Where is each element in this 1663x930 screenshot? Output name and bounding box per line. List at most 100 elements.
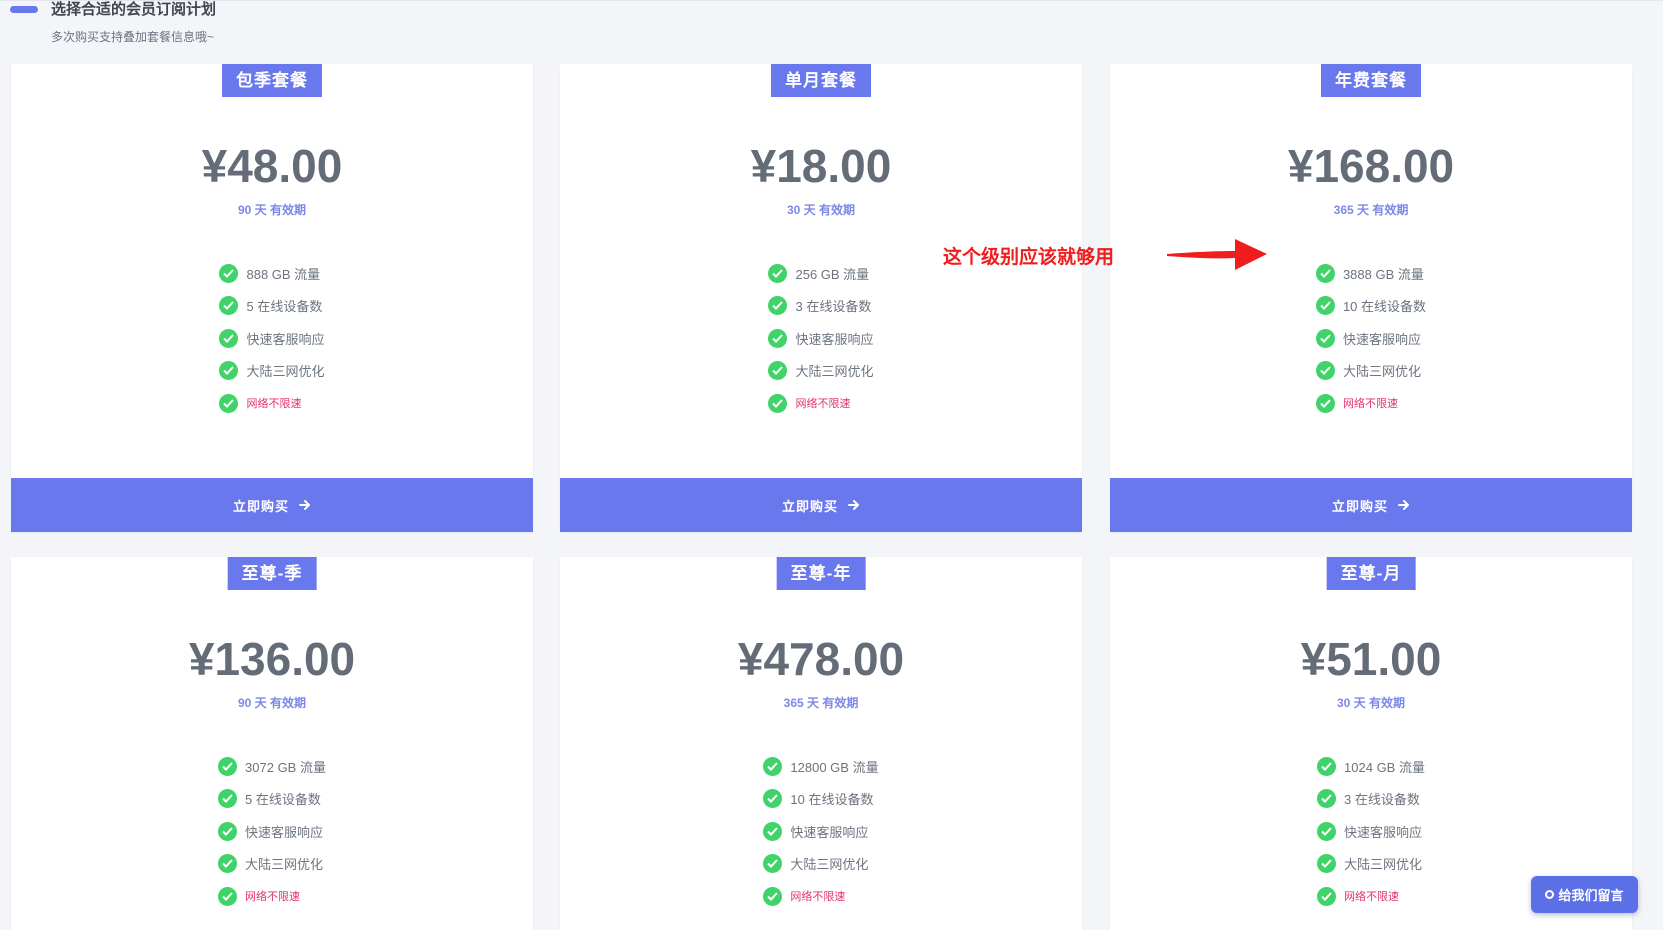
feature-item: 大陆三网优化 <box>1315 355 1426 388</box>
section-accent-bar <box>10 6 38 13</box>
check-circle-icon <box>219 296 239 316</box>
plan-card-premium-yearly: 至尊-年 ¥478.00 365 天 有效期 12800 GB 流量 10 在线… <box>560 557 1082 930</box>
check-circle-icon <box>218 756 238 776</box>
buy-button-label: 立即购买 <box>1331 498 1388 514</box>
feature-list-wrapper: 3072 GB 流量 5 在线设备数 快速客服响应 大陆三网优化 网络不限速 <box>11 750 533 913</box>
feature-item: 12800 GB 流量 <box>763 750 879 783</box>
arrow-right-icon <box>1398 500 1409 510</box>
feature-list-wrapper: 888 GB 流量 5 在线设备数 快速客服响应 大陆三网优化 网络不限速 <box>11 257 533 420</box>
feature-label: 10 在线设备数 <box>1342 299 1427 315</box>
plan-price: ¥136.00 <box>188 633 356 685</box>
feature-label: 大陆三网优化 <box>1342 364 1421 380</box>
feature-label: 大陆三网优化 <box>245 857 324 873</box>
plan-validity: 90 天 有效期 <box>237 696 307 710</box>
feature-item: 3 在线设备数 <box>1317 783 1425 816</box>
feature-label: 10 在线设备数 <box>790 792 874 808</box>
feature-item: 5 在线设备数 <box>218 783 326 816</box>
feature-item: 256 GB 流量 <box>768 257 873 290</box>
feature-label: 网络不限速 <box>1344 891 1400 904</box>
check-circle-icon <box>1317 854 1337 874</box>
feature-label: 3072 GB 流量 <box>245 759 326 775</box>
check-circle-icon <box>1317 756 1337 776</box>
feature-list: 12800 GB 流量 10 在线设备数 快速客服响应 大陆三网优化 网络不限速 <box>763 750 879 913</box>
feature-item-highlight: 网络不限速 <box>1317 880 1425 913</box>
feature-label: 快速客服响应 <box>790 824 869 840</box>
buy-button-label: 立即购买 <box>781 498 838 514</box>
feature-item: 10 在线设备数 <box>1315 290 1427 323</box>
top-divider <box>0 0 1663 1</box>
plan-price: ¥478.00 <box>737 633 905 685</box>
feature-label: 5 在线设备数 <box>245 792 321 808</box>
feature-list: 3888 GB 流量 10 在线设备数 快速客服响应 大陆三网优化 网络不限速 <box>1315 257 1427 420</box>
check-circle-icon <box>763 821 783 841</box>
feature-item: 3888 GB 流量 <box>1315 257 1426 290</box>
feature-label: 大陆三网优化 <box>790 857 869 873</box>
feature-label: 12800 GB 流量 <box>790 759 879 775</box>
plan-name-badge: 年费套餐 <box>1321 64 1421 97</box>
check-circle-icon <box>768 263 788 283</box>
section-title: 选择合适的会员订阅计划 <box>51 1 217 18</box>
buy-now-button[interactable]: 立即购买 <box>1110 478 1632 532</box>
feature-list: 3072 GB 流量 5 在线设备数 快速客服响应 大陆三网优化 网络不限速 <box>218 750 326 913</box>
plan-card-premium-monthly: 至尊-月 ¥51.00 30 天 有效期 1024 GB 流量 3 在线设备数 … <box>1110 557 1632 930</box>
feedback-button[interactable]: 给我们留言 <box>1531 876 1638 913</box>
plan-validity: 365 天 有效期 <box>783 696 859 710</box>
check-circle-icon <box>763 854 783 874</box>
pricing-page: 选择合适的会员订阅计划 多次购买支持叠加套餐信息哦~ 包季套餐 ¥48.00 9… <box>0 0 1663 930</box>
feature-label: 大陆三网优化 <box>246 364 325 380</box>
feature-item: 5 在线设备数 <box>219 290 324 323</box>
feature-item: 快速客服响应 <box>219 322 325 355</box>
feature-label: 大陆三网优化 <box>1344 857 1423 873</box>
feature-label: 256 GB 流量 <box>795 266 870 282</box>
check-circle-icon <box>1317 886 1337 906</box>
feature-label: 快速客服响应 <box>245 824 324 840</box>
check-circle-icon <box>768 393 788 413</box>
check-circle-icon <box>768 361 788 381</box>
check-circle-icon <box>763 886 783 906</box>
check-circle-icon <box>1315 328 1335 348</box>
check-circle-icon <box>1315 296 1335 316</box>
plan-validity: 30 天 有效期 <box>786 203 856 217</box>
annotation-text: 这个级别应该就够用 <box>943 247 1115 268</box>
feature-label: 3888 GB 流量 <box>1342 266 1424 282</box>
check-circle-icon <box>1317 821 1337 841</box>
plan-card-monthly: 单月套餐 ¥18.00 30 天 有效期 256 GB 流量 3 在线设备数 快… <box>560 64 1082 532</box>
feature-label: 网络不限速 <box>1342 398 1398 411</box>
feature-item: 快速客服响应 <box>1315 322 1426 355</box>
plan-validity: 30 天 有效期 <box>1336 696 1406 710</box>
check-circle-icon <box>219 361 239 381</box>
check-circle-icon <box>763 789 783 809</box>
buy-now-button[interactable]: 立即购买 <box>11 478 533 532</box>
buy-button-label: 立即购买 <box>232 498 289 514</box>
plan-name-badge: 至尊-月 <box>1326 557 1416 590</box>
buy-now-button[interactable]: 立即购买 <box>560 478 1082 532</box>
feature-item: 3072 GB 流量 <box>218 750 326 783</box>
feature-label: 大陆三网优化 <box>795 364 874 380</box>
feature-label: 快速客服响应 <box>246 331 325 347</box>
feature-list: 1024 GB 流量 3 在线设备数 快速客服响应 大陆三网优化 网络不限速 <box>1317 750 1425 913</box>
feature-list: 256 GB 流量 3 在线设备数 快速客服响应 大陆三网优化 网络不限速 <box>768 257 874 420</box>
plan-card-quarterly: 包季套餐 ¥48.00 90 天 有效期 888 GB 流量 5 在线设备数 快… <box>11 64 533 532</box>
annotation-arrow-icon <box>1167 239 1267 270</box>
check-circle-icon <box>218 854 238 874</box>
plan-name-badge: 包季套餐 <box>222 64 322 97</box>
plan-card-yearly: 年费套餐 ¥168.00 365 天 有效期 3888 GB 流量 10 在线设… <box>1110 64 1632 532</box>
check-circle-icon <box>1315 361 1335 381</box>
feature-label: 网络不限速 <box>790 891 846 904</box>
feature-item: 大陆三网优化 <box>768 355 874 388</box>
feature-label: 3 在线设备数 <box>1344 792 1420 808</box>
check-circle-icon <box>1315 263 1335 283</box>
feature-item-highlight: 网络不限速 <box>763 880 878 913</box>
feature-label: 网络不限速 <box>246 398 302 411</box>
check-circle-icon <box>763 756 783 776</box>
check-circle-icon <box>219 263 239 283</box>
feature-item: 大陆三网优化 <box>763 848 878 881</box>
feature-item: 大陆三网优化 <box>1317 848 1425 881</box>
plan-price: ¥51.00 <box>1300 633 1442 685</box>
check-circle-icon <box>219 393 239 413</box>
check-circle-icon <box>218 886 238 906</box>
feature-item-highlight: 网络不限速 <box>768 387 873 420</box>
feature-item: 大陆三网优化 <box>218 848 326 881</box>
feature-label: 网络不限速 <box>795 398 851 411</box>
feature-list-wrapper: 3888 GB 流量 10 在线设备数 快速客服响应 大陆三网优化 网络不限速 <box>1110 257 1632 420</box>
